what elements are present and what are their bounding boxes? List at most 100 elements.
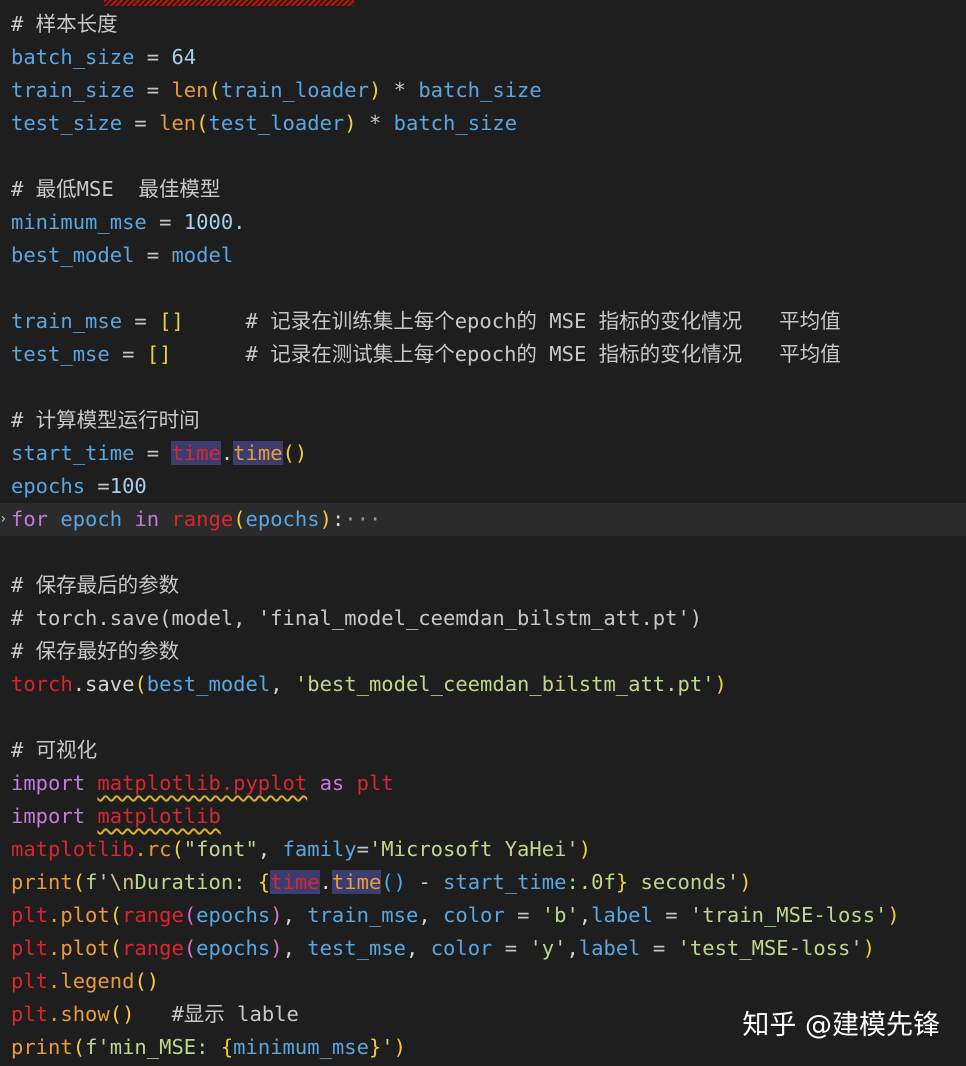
code-token: # 记录在训练集上每个epoch的 MSE 指标的变化情况 平均值 [183,309,841,333]
code-token: best_model [146,672,271,696]
code-token: () [381,870,406,894]
code-line[interactable]: # 最低MSE 最佳模型 [0,173,966,206]
code-token: test_mse [11,342,110,366]
code-line[interactable]: train_mse = [] # 记录在训练集上每个epoch的 MSE 指标的… [0,305,966,338]
code-line[interactable]: # 样本长度 [0,8,966,41]
code-token: 1000. [183,210,246,234]
code-token: plt [11,936,49,960]
code-line[interactable]: test_size = len(test_loader) * batch_siz… [0,107,966,140]
code-token: ( [183,903,197,927]
code-token: () [134,969,160,993]
code-token: ) [368,78,382,102]
code-line[interactable]: # 保存最后的参数 [0,569,966,602]
code-token: 'test_MSE-loss' [677,936,863,960]
code-token: = [134,243,172,267]
code-token: range [122,903,184,927]
code-token: ··· [344,507,382,531]
code-token: 'train_MSE-loss' [689,903,888,927]
code-token: ' [381,1035,394,1059]
code-token: = [85,474,110,498]
code-line[interactable]: test_mse = [] # 记录在测试集上每个epoch的 MSE 指标的变… [0,338,966,371]
code-line[interactable] [0,701,966,734]
code-token: epoch [48,507,135,531]
code-line[interactable] [0,140,966,173]
code-token: - [405,870,444,894]
code-token: 'y' [529,936,567,960]
code-token: Duration: [134,870,258,894]
code-token: f' [85,870,110,894]
code-token: ) [270,936,283,960]
code-token: # 可视化 [11,738,98,762]
code-token: train_mse [307,903,419,927]
code-line[interactable] [0,371,966,404]
code-token: = [134,45,172,69]
code-token: = [146,210,184,234]
code-token: = [640,936,678,960]
code-token: .plot [48,936,110,960]
code-line[interactable]: epochs =100 [0,470,966,503]
code-token: for [11,507,49,531]
code-line[interactable]: plt.legend() [0,965,966,998]
code-token: , [282,903,308,927]
code-token: = [652,903,690,927]
code-token: time [331,870,382,894]
code-line[interactable]: # 计算模型运行时间 [0,404,966,437]
code-token: :.0f [566,870,616,894]
code-token: batch_size [418,78,542,102]
code-token: # 计算模型运行时间 [11,408,200,432]
code-line[interactable]: # 可视化 [0,734,966,767]
code-token: plt [11,1002,49,1026]
code-line[interactable]: batch_size = 64 [0,41,966,74]
code-line[interactable]: torch.save(best_model, 'best_model_ceemd… [0,668,966,701]
code-token: time [270,870,320,894]
code-token: start_time [443,870,567,894]
code-token: ( [183,936,197,960]
code-token: , [406,936,431,960]
code-token: test_mse [307,936,406,960]
code-token: ( [196,111,209,135]
code-line[interactable]: import matplotlib.pyplot as plt [0,767,966,800]
code-token: .show [48,1002,110,1026]
code-token: import [11,771,86,795]
code-token: . [220,441,234,465]
code-token: , [566,936,579,960]
code-token: ) [319,507,332,531]
code-token: epochs [196,936,271,960]
code-line[interactable]: import matplotlib [0,800,966,833]
code-token: train_loader [220,78,369,102]
code-line[interactable]: plt.plot(range(epochs), train_mse, color… [0,899,966,932]
code-token: plt [11,903,49,927]
code-line[interactable]: ›for epoch in range(epochs):··· [0,503,966,536]
code-line[interactable]: best_model = model [0,239,966,272]
code-token: ( [109,936,123,960]
code-line[interactable]: # 保存最好的参数 [0,635,966,668]
code-token: minimum_mse [11,210,147,234]
code-token: 64 [171,45,197,69]
code-line[interactable]: # torch.save(model, 'final_model_ceemdan… [0,602,966,635]
code-line[interactable]: train_size = len(train_loader) * batch_s… [0,74,966,107]
code-token: batch_size [393,111,518,135]
code-token: f'min_MSE: [85,1035,221,1059]
code-token: () [282,441,308,465]
code-token: , [282,936,308,960]
code-line[interactable]: matplotlib.rc("font", family='Microsoft … [0,833,966,866]
code-line[interactable]: minimum_mse = 1000. [0,206,966,239]
code-line[interactable]: start_time = time.time() [0,437,966,470]
code-token: train_size [11,78,135,102]
code-line[interactable] [0,536,966,569]
code-line[interactable] [0,272,966,305]
code-token: print [11,870,73,894]
code-line[interactable]: plt.plot(range(epochs), test_mse, color … [0,932,966,965]
code-token: print [11,1035,73,1059]
code-token: train_mse [11,309,123,333]
code-token: ( [109,903,123,927]
code-token: . [319,870,332,894]
code-token: ) [270,903,283,927]
fold-arrow-icon[interactable]: › [0,503,7,536]
code-token: ) [862,936,876,960]
code-line[interactable]: print(f'\nDuration: {time.time() - start… [0,866,966,899]
code-token: ( [134,672,147,696]
code-editor[interactable]: # 样本长度 batch_size = 64 train_size = len(tr… [0,0,966,1066]
